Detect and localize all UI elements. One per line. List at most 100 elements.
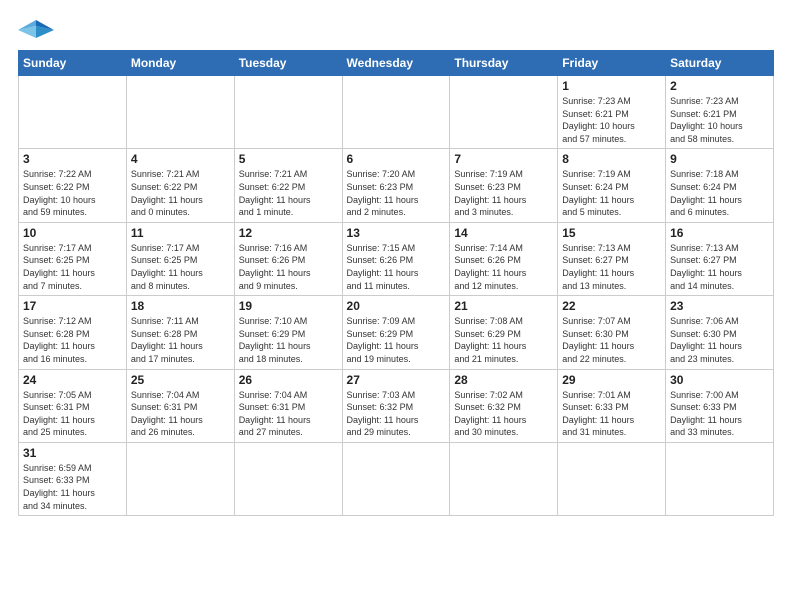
header (18, 16, 774, 44)
day-info: Sunrise: 7:06 AM Sunset: 6:30 PM Dayligh… (670, 315, 769, 365)
calendar-week-row: 1 Sunrise: 7:23 AM Sunset: 6:21 PM Daylig… (19, 76, 774, 149)
calendar-day-cell: 28 Sunrise: 7:02 AM Sunset: 6:32 PM Dayli… (450, 369, 558, 442)
weekday-header-monday: Monday (126, 51, 234, 76)
day-number: 6 (347, 152, 446, 166)
day-info: Sunrise: 7:17 AM Sunset: 6:25 PM Dayligh… (23, 242, 122, 292)
day-number: 20 (347, 299, 446, 313)
calendar-day-cell: 30 Sunrise: 7:00 AM Sunset: 6:33 PM Dayli… (666, 369, 774, 442)
calendar-day-cell: 9 Sunrise: 7:18 AM Sunset: 6:24 PM Daylig… (666, 149, 774, 222)
day-number: 3 (23, 152, 122, 166)
day-number: 30 (670, 373, 769, 387)
calendar-day-cell: 22Sunrise: 7:07 AM Sunset: 6:30 PM Dayli… (558, 296, 666, 369)
day-info: Sunrise: 7:07 AM Sunset: 6:30 PM Dayligh… (562, 315, 661, 365)
day-number: 9 (670, 152, 769, 166)
calendar-week-row: 10 Sunrise: 7:17 AM Sunset: 6:25 PM Dayli… (19, 222, 774, 295)
day-number: 17 (23, 299, 122, 313)
calendar-week-row: 31 Sunrise: 6:59 AM Sunset: 6:33 PM Dayli… (19, 442, 774, 515)
calendar-day-cell: 7Sunrise: 7:19 AM Sunset: 6:23 PM Daylig… (450, 149, 558, 222)
calendar-day-cell (19, 76, 127, 149)
day-info: Sunrise: 7:01 AM Sunset: 6:33 PM Dayligh… (562, 389, 661, 439)
calendar-day-cell (342, 76, 450, 149)
day-number: 23 (670, 299, 769, 313)
day-info: Sunrise: 7:19 AM Sunset: 6:23 PM Dayligh… (454, 168, 553, 218)
day-info: Sunrise: 7:09 AM Sunset: 6:29 PM Dayligh… (347, 315, 446, 365)
day-info: Sunrise: 7:23 AM Sunset: 6:21 PM Dayligh… (670, 95, 769, 145)
weekday-header-wednesday: Wednesday (342, 51, 450, 76)
logo-area (18, 16, 58, 44)
day-info: Sunrise: 7:04 AM Sunset: 6:31 PM Dayligh… (131, 389, 230, 439)
day-info: Sunrise: 7:00 AM Sunset: 6:33 PM Dayligh… (670, 389, 769, 439)
calendar-day-cell (234, 442, 342, 515)
day-info: Sunrise: 7:05 AM Sunset: 6:31 PM Dayligh… (23, 389, 122, 439)
calendar-week-row: 24Sunrise: 7:05 AM Sunset: 6:31 PM Dayli… (19, 369, 774, 442)
weekday-header-friday: Friday (558, 51, 666, 76)
calendar-table: SundayMondayTuesdayWednesdayThursdayFrid… (18, 50, 774, 516)
day-info: Sunrise: 6:59 AM Sunset: 6:33 PM Dayligh… (23, 462, 122, 512)
day-number: 27 (347, 373, 446, 387)
day-number: 31 (23, 446, 122, 460)
calendar-day-cell: 6 Sunrise: 7:20 AM Sunset: 6:23 PM Daylig… (342, 149, 450, 222)
calendar-week-row: 17Sunrise: 7:12 AM Sunset: 6:28 PM Dayli… (19, 296, 774, 369)
calendar-day-cell: 20 Sunrise: 7:09 AM Sunset: 6:29 PM Dayli… (342, 296, 450, 369)
day-number: 12 (239, 226, 338, 240)
calendar-day-cell: 19 Sunrise: 7:10 AM Sunset: 6:29 PM Dayli… (234, 296, 342, 369)
day-info: Sunrise: 7:10 AM Sunset: 6:29 PM Dayligh… (239, 315, 338, 365)
calendar-day-cell: 31 Sunrise: 6:59 AM Sunset: 6:33 PM Dayli… (19, 442, 127, 515)
calendar-day-cell: 3 Sunrise: 7:22 AM Sunset: 6:22 PM Daylig… (19, 149, 127, 222)
weekday-header-row: SundayMondayTuesdayWednesdayThursdayFrid… (19, 51, 774, 76)
day-number: 13 (347, 226, 446, 240)
day-info: Sunrise: 7:21 AM Sunset: 6:22 PM Dayligh… (131, 168, 230, 218)
day-info: Sunrise: 7:08 AM Sunset: 6:29 PM Dayligh… (454, 315, 553, 365)
day-number: 16 (670, 226, 769, 240)
day-number: 18 (131, 299, 230, 313)
day-info: Sunrise: 7:20 AM Sunset: 6:23 PM Dayligh… (347, 168, 446, 218)
day-number: 10 (23, 226, 122, 240)
day-number: 19 (239, 299, 338, 313)
calendar-day-cell: 24Sunrise: 7:05 AM Sunset: 6:31 PM Dayli… (19, 369, 127, 442)
day-number: 26 (239, 373, 338, 387)
calendar-day-cell: 4Sunrise: 7:21 AM Sunset: 6:22 PM Daylig… (126, 149, 234, 222)
calendar-day-cell (450, 76, 558, 149)
weekday-header-saturday: Saturday (666, 51, 774, 76)
day-number: 25 (131, 373, 230, 387)
day-info: Sunrise: 7:21 AM Sunset: 6:22 PM Dayligh… (239, 168, 338, 218)
day-number: 29 (562, 373, 661, 387)
day-info: Sunrise: 7:18 AM Sunset: 6:24 PM Dayligh… (670, 168, 769, 218)
day-number: 1 (562, 79, 661, 93)
calendar-day-cell: 21Sunrise: 7:08 AM Sunset: 6:29 PM Dayli… (450, 296, 558, 369)
day-info: Sunrise: 7:22 AM Sunset: 6:22 PM Dayligh… (23, 168, 122, 218)
calendar-day-cell: 10 Sunrise: 7:17 AM Sunset: 6:25 PM Dayli… (19, 222, 127, 295)
page: SundayMondayTuesdayWednesdayThursdayFrid… (0, 0, 792, 526)
day-info: Sunrise: 7:16 AM Sunset: 6:26 PM Dayligh… (239, 242, 338, 292)
calendar-day-cell (558, 442, 666, 515)
day-info: Sunrise: 7:11 AM Sunset: 6:28 PM Dayligh… (131, 315, 230, 365)
calendar-day-cell: 13 Sunrise: 7:15 AM Sunset: 6:26 PM Dayli… (342, 222, 450, 295)
calendar-day-cell: 12 Sunrise: 7:16 AM Sunset: 6:26 PM Dayli… (234, 222, 342, 295)
calendar-day-cell: 16Sunrise: 7:13 AM Sunset: 6:27 PM Dayli… (666, 222, 774, 295)
day-info: Sunrise: 7:02 AM Sunset: 6:32 PM Dayligh… (454, 389, 553, 439)
calendar-day-cell (342, 442, 450, 515)
day-number: 14 (454, 226, 553, 240)
calendar-day-cell: 1 Sunrise: 7:23 AM Sunset: 6:21 PM Daylig… (558, 76, 666, 149)
day-number: 5 (239, 152, 338, 166)
calendar-day-cell (666, 442, 774, 515)
day-info: Sunrise: 7:17 AM Sunset: 6:25 PM Dayligh… (131, 242, 230, 292)
calendar-day-cell: 15Sunrise: 7:13 AM Sunset: 6:27 PM Dayli… (558, 222, 666, 295)
weekday-header-tuesday: Tuesday (234, 51, 342, 76)
day-info: Sunrise: 7:19 AM Sunset: 6:24 PM Dayligh… (562, 168, 661, 218)
day-info: Sunrise: 7:23 AM Sunset: 6:21 PM Dayligh… (562, 95, 661, 145)
day-info: Sunrise: 7:15 AM Sunset: 6:26 PM Dayligh… (347, 242, 446, 292)
calendar-day-cell: 26 Sunrise: 7:04 AM Sunset: 6:31 PM Dayli… (234, 369, 342, 442)
logo-icon (18, 16, 54, 44)
day-number: 8 (562, 152, 661, 166)
calendar-day-cell (450, 442, 558, 515)
day-number: 28 (454, 373, 553, 387)
day-info: Sunrise: 7:04 AM Sunset: 6:31 PM Dayligh… (239, 389, 338, 439)
calendar-day-cell: 25 Sunrise: 7:04 AM Sunset: 6:31 PM Dayli… (126, 369, 234, 442)
calendar-day-cell (126, 442, 234, 515)
weekday-header-sunday: Sunday (19, 51, 127, 76)
calendar-day-cell: 11Sunrise: 7:17 AM Sunset: 6:25 PM Dayli… (126, 222, 234, 295)
weekday-header-thursday: Thursday (450, 51, 558, 76)
calendar-day-cell (234, 76, 342, 149)
calendar-day-cell: 27Sunrise: 7:03 AM Sunset: 6:32 PM Dayli… (342, 369, 450, 442)
